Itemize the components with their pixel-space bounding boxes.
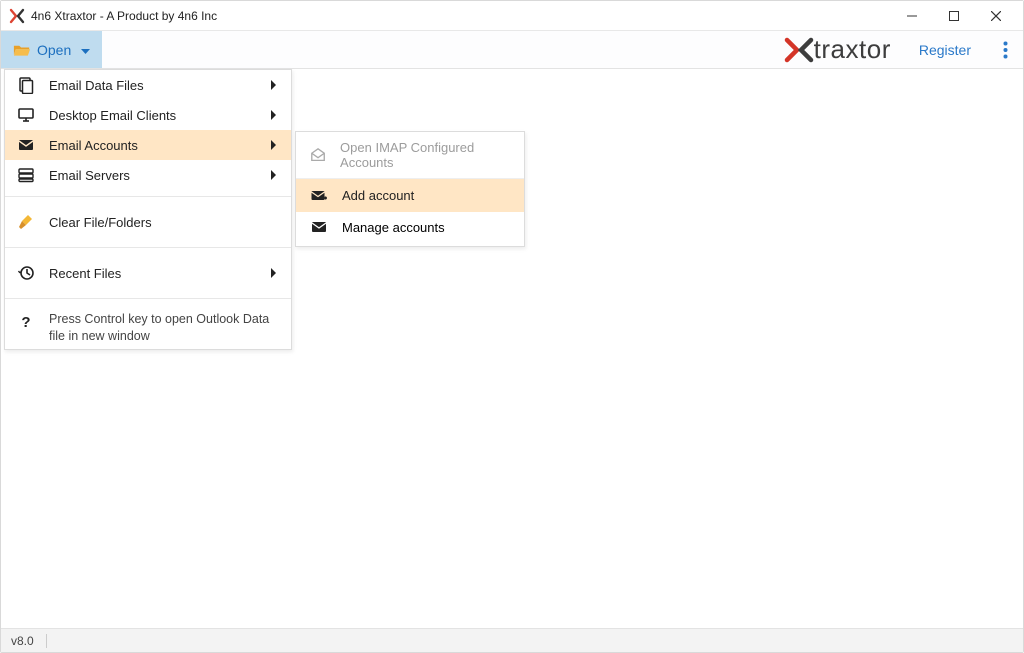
envelope-open-icon xyxy=(310,146,326,164)
submenu-item-label: Manage accounts xyxy=(342,220,445,235)
register-link[interactable]: Register xyxy=(903,31,987,68)
close-button[interactable] xyxy=(975,2,1017,30)
submenu-item-add-account[interactable]: Add account xyxy=(296,178,524,212)
maximize-button[interactable] xyxy=(933,2,975,30)
menu-item-email-accounts[interactable]: Email Accounts xyxy=(5,130,291,160)
menu-item-email-data-files[interactable]: Email Data Files xyxy=(5,70,291,100)
brand-text: traxtor xyxy=(814,34,891,65)
window-title: 4n6 Xtraxtor - A Product by 4n6 Inc xyxy=(31,9,891,23)
titlebar: 4n6 Xtraxtor - A Product by 4n6 Inc xyxy=(1,1,1023,31)
menu-item-recent-files[interactable]: Recent Files xyxy=(5,254,291,292)
open-menu: Email Data Files Desktop Email Clients E… xyxy=(4,69,292,350)
menu-item-label: Desktop Email Clients xyxy=(49,108,255,123)
submenu-item-label: Open IMAP Configured Accounts xyxy=(340,140,510,170)
menu-item-label: Email Data Files xyxy=(49,78,255,93)
history-icon xyxy=(17,264,35,282)
app-icon xyxy=(9,8,25,24)
chevron-right-icon xyxy=(269,268,279,278)
menu-item-email-servers[interactable]: Email Servers xyxy=(5,160,291,190)
statusbar: v8.0 xyxy=(1,628,1023,652)
toolbar: Open traxtor Register xyxy=(1,31,1023,69)
menu-item-desktop-email-clients[interactable]: Desktop Email Clients xyxy=(5,100,291,130)
chevron-right-icon xyxy=(269,140,279,150)
server-icon xyxy=(17,166,35,184)
help-icon: ? xyxy=(17,313,35,331)
menu-item-label: Recent Files xyxy=(49,266,255,281)
menu-item-clear-files[interactable]: Clear File/Folders xyxy=(5,203,291,241)
brand-x-icon xyxy=(784,37,814,63)
envelope-plus-icon xyxy=(310,187,328,205)
kebab-icon xyxy=(1003,41,1008,59)
menu-item-label: Email Accounts xyxy=(49,138,255,153)
chevron-right-icon xyxy=(269,170,279,180)
more-menu-button[interactable] xyxy=(987,31,1023,68)
svg-text:?: ? xyxy=(21,314,30,331)
chevron-right-icon xyxy=(269,80,279,90)
menu-separator xyxy=(5,298,291,299)
statusbar-divider xyxy=(46,634,47,648)
folder-open-icon xyxy=(13,43,31,57)
brand-logo: traxtor xyxy=(784,31,903,68)
envelope-icon xyxy=(310,218,328,236)
submenu-item-open-imap: Open IMAP Configured Accounts xyxy=(296,136,524,174)
open-button-label: Open xyxy=(37,42,71,58)
file-stack-icon xyxy=(17,76,35,94)
email-accounts-submenu: Open IMAP Configured Accounts Add accoun… xyxy=(295,131,525,247)
monitor-icon xyxy=(17,106,35,124)
chevron-right-icon xyxy=(269,110,279,120)
hint-text: Press Control key to open Outlook Data f… xyxy=(49,311,279,345)
menu-item-label: Email Servers xyxy=(49,168,255,183)
open-button[interactable]: Open xyxy=(1,31,102,68)
envelope-icon xyxy=(17,136,35,154)
menu-item-label: Clear File/Folders xyxy=(49,215,279,230)
minimize-button[interactable] xyxy=(891,2,933,30)
register-label: Register xyxy=(919,42,971,58)
submenu-item-label: Add account xyxy=(342,188,414,203)
menu-separator xyxy=(5,247,291,248)
caret-down-icon xyxy=(81,42,90,58)
menu-separator xyxy=(5,196,291,197)
menu-item-hint: ? Press Control key to open Outlook Data… xyxy=(5,305,291,349)
version-label: v8.0 xyxy=(11,634,34,648)
submenu-item-manage-accounts[interactable]: Manage accounts xyxy=(296,212,524,242)
broom-icon xyxy=(17,213,35,231)
